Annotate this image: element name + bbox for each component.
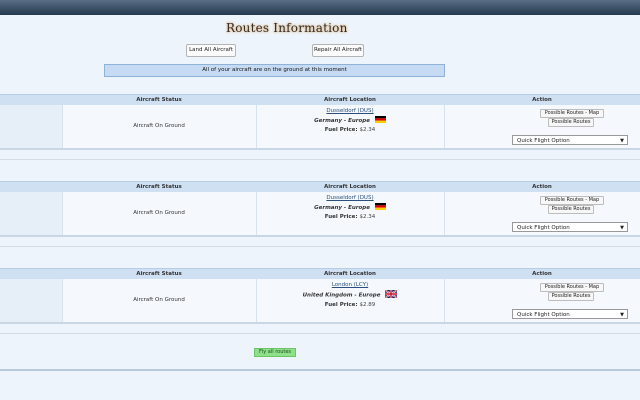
airport-link[interactable]: Dusseldorf (DUS) bbox=[256, 195, 444, 201]
land-all-aircraft-button[interactable]: Land All Aircraft bbox=[186, 44, 236, 57]
top-bar bbox=[0, 0, 640, 15]
bottom-divider bbox=[0, 369, 640, 371]
fuel-price-label: Fuel Price: bbox=[324, 302, 358, 308]
aircraft-status: Aircraft On Ground bbox=[133, 297, 185, 303]
aircraft-status: Aircraft On Ground bbox=[133, 210, 185, 216]
country-name: Germany - Europe bbox=[314, 205, 370, 211]
possible-routes-map-button[interactable]: Possible Routes - Map bbox=[540, 109, 604, 118]
possible-routes-button[interactable]: Possible Routes bbox=[548, 292, 594, 301]
fuel-price-label: Fuel Price: bbox=[324, 214, 358, 220]
aircraft-status: Aircraft On Ground bbox=[133, 123, 185, 129]
country-name: Germany - Europe bbox=[314, 118, 370, 124]
dropdown-arrow-icon: ▼ bbox=[620, 312, 624, 318]
fuel-price: $2.34 bbox=[359, 127, 376, 133]
possible-routes-button[interactable]: Possible Routes bbox=[548, 118, 594, 127]
quick-flight-selected: Quick Flight Option bbox=[517, 138, 570, 144]
fuel-price-label: Fuel Price: bbox=[324, 127, 358, 133]
possible-routes-map-button[interactable]: Possible Routes - Map bbox=[540, 196, 604, 205]
germany-flag-icon bbox=[374, 116, 386, 125]
aircraft-location: London (LCY) United Kingdom - Europe Fue… bbox=[256, 282, 444, 308]
aircraft-row: Aircraft On Ground Dusseldorf (DUS) Germ… bbox=[0, 105, 640, 150]
column-header-location: Aircraft Location bbox=[324, 271, 376, 277]
column-header-action: Action bbox=[532, 97, 552, 103]
aircraft-thumbnail-cell bbox=[0, 192, 63, 235]
dropdown-arrow-icon: ▼ bbox=[620, 138, 624, 144]
possible-routes-button[interactable]: Possible Routes bbox=[548, 205, 594, 214]
page-title: Routes Information bbox=[226, 21, 348, 35]
quick-flight-select[interactable]: Quick Flight Option ▼ bbox=[512, 222, 628, 232]
quick-flight-selected: Quick Flight Option bbox=[517, 312, 570, 318]
column-header-action: Action bbox=[532, 184, 552, 190]
aircraft-location: Dusseldorf (DUS) Germany - Europe Fuel P… bbox=[256, 108, 444, 133]
aircraft-row: Aircraft On Ground Dusseldorf (DUS) Germ… bbox=[0, 192, 640, 237]
quick-flight-selected: Quick Flight Option bbox=[517, 225, 570, 231]
column-header-location: Aircraft Location bbox=[324, 184, 376, 190]
repair-all-aircraft-button[interactable]: Repair All Aircraft bbox=[312, 44, 364, 57]
aircraft-location: Dusseldorf (DUS) Germany - Europe Fuel P… bbox=[256, 195, 444, 220]
country-name: United Kingdom - Europe bbox=[302, 292, 381, 299]
uk-flag-icon bbox=[384, 289, 398, 300]
dropdown-arrow-icon: ▼ bbox=[620, 225, 624, 231]
fuel-price: $2.34 bbox=[359, 214, 376, 220]
aircraft-thumbnail-cell bbox=[0, 279, 63, 322]
column-header-status: Aircraft Status bbox=[136, 184, 182, 190]
quick-flight-select[interactable]: Quick Flight Option ▼ bbox=[512, 309, 628, 319]
fly-all-routes-button[interactable]: Fly all routes bbox=[254, 348, 296, 357]
column-header-status: Aircraft Status bbox=[136, 97, 182, 103]
column-header-location: Aircraft Location bbox=[324, 97, 376, 103]
airport-link[interactable]: Dusseldorf (DUS) bbox=[256, 108, 444, 114]
fuel-price: $2.89 bbox=[359, 302, 376, 308]
possible-routes-map-button[interactable]: Possible Routes - Map bbox=[540, 283, 604, 292]
quick-flight-select[interactable]: Quick Flight Option ▼ bbox=[512, 135, 628, 145]
column-header-action: Action bbox=[532, 271, 552, 277]
germany-flag-icon bbox=[374, 203, 386, 212]
status-notice: All of your aircraft are on the ground a… bbox=[104, 64, 445, 77]
aircraft-row: Aircraft On Ground London (LCY) United K… bbox=[0, 279, 640, 324]
column-header-status: Aircraft Status bbox=[136, 271, 182, 277]
airport-link[interactable]: London (LCY) bbox=[256, 282, 444, 288]
aircraft-thumbnail-cell bbox=[0, 105, 63, 148]
